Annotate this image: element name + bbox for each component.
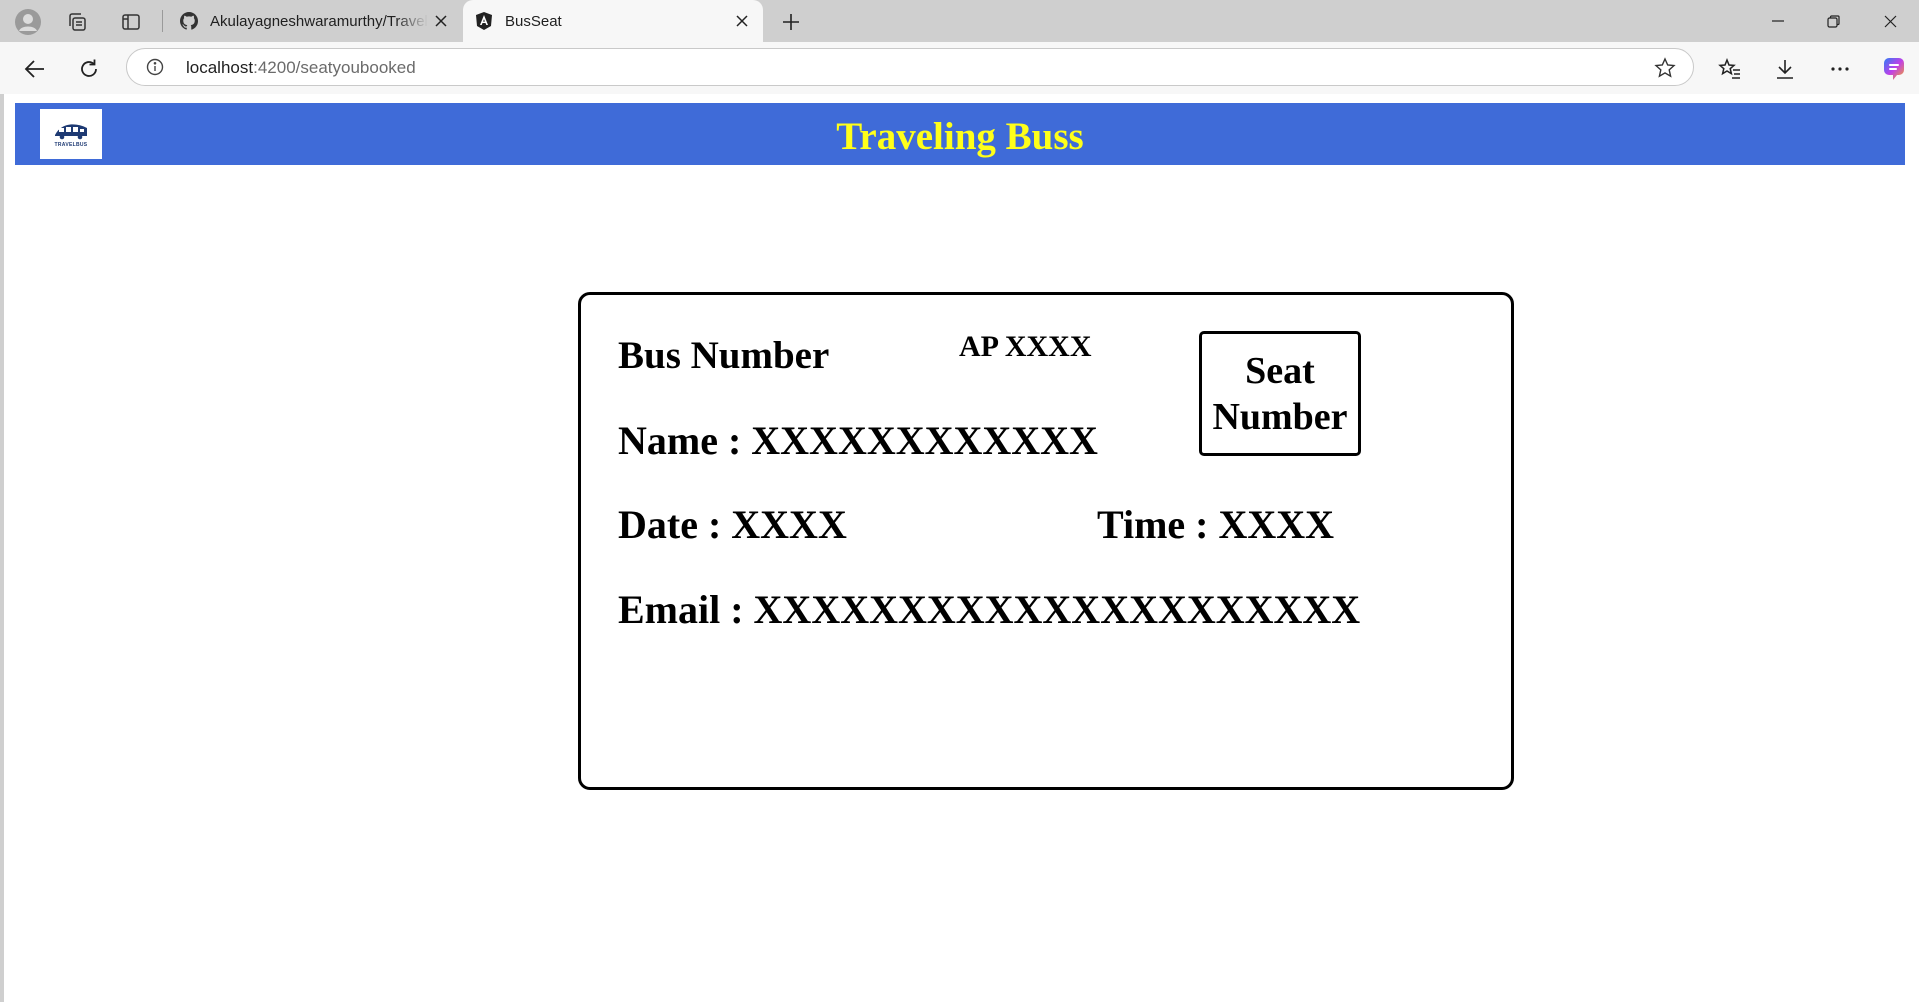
copilot-icon[interactable] [1877, 52, 1911, 86]
close-window-icon[interactable] [1862, 0, 1918, 42]
app-header: TRAVELBUS Traveling Buss [15, 103, 1905, 165]
seat-number-label: Seat Number [1212, 349, 1348, 438]
info-icon[interactable] [145, 57, 165, 77]
passenger-name: Name : XXXXXXXXXXXX [618, 418, 1098, 463]
bus-number-label: Bus Number [618, 334, 830, 377]
github-icon [178, 10, 200, 32]
more-menu-icon[interactable] [1823, 52, 1857, 86]
url-path: :4200/seatyoubooked [253, 58, 416, 77]
travel-time: Time : XXXX [1097, 502, 1335, 547]
page-viewport: TRAVELBUS Traveling Buss Bus Number AP X… [4, 94, 1919, 1002]
seat-number-box: Seat Number [1199, 331, 1361, 456]
angular-icon [473, 10, 495, 32]
booked-ticket-card: Bus Number AP XXXX Seat Number Name : XX… [578, 292, 1514, 790]
favorites-icon[interactable] [1713, 52, 1747, 86]
profile-icon[interactable] [14, 8, 42, 36]
url-host: localhost [186, 58, 254, 77]
workspaces-icon[interactable] [63, 8, 91, 36]
favorite-star-icon[interactable] [1653, 56, 1677, 80]
restore-icon[interactable] [1805, 0, 1861, 42]
browser-toolbar: localhost:4200/seatyoubooked [0, 42, 1919, 94]
tab-title: Akulayagneshwaramurthy/Traveling [210, 12, 428, 30]
refresh-icon[interactable] [72, 52, 106, 86]
passenger-email: Email : XXXXXXXXXXXXXXXXXXXXX [618, 587, 1361, 632]
tab-title: BusSeat [505, 12, 562, 30]
app-title: Traveling Buss [836, 115, 1084, 158]
back-arrow-icon[interactable] [18, 52, 52, 86]
browser-tab-strip: Akulayagneshwaramurthy/Traveling BusSeat [0, 0, 1919, 42]
new-tab-icon[interactable] [776, 7, 806, 37]
close-tab-icon[interactable] [729, 8, 755, 34]
tab-github[interactable]: Akulayagneshwaramurthy/Traveling [168, 0, 462, 42]
vertical-tabs-icon[interactable] [117, 8, 145, 36]
url-text[interactable]: localhost:4200/seatyoubooked [186, 58, 416, 78]
address-bar[interactable]: localhost:4200/seatyoubooked [126, 48, 1694, 86]
travel-date: Date : XXXX [618, 502, 847, 547]
download-icon[interactable] [1768, 52, 1802, 86]
tab-busseat[interactable]: BusSeat [463, 0, 763, 42]
tab-divider [162, 10, 163, 32]
bus-number-value: AP XXXX [959, 330, 1092, 363]
minimize-icon[interactable] [1750, 0, 1806, 42]
close-tab-icon[interactable] [428, 8, 454, 34]
